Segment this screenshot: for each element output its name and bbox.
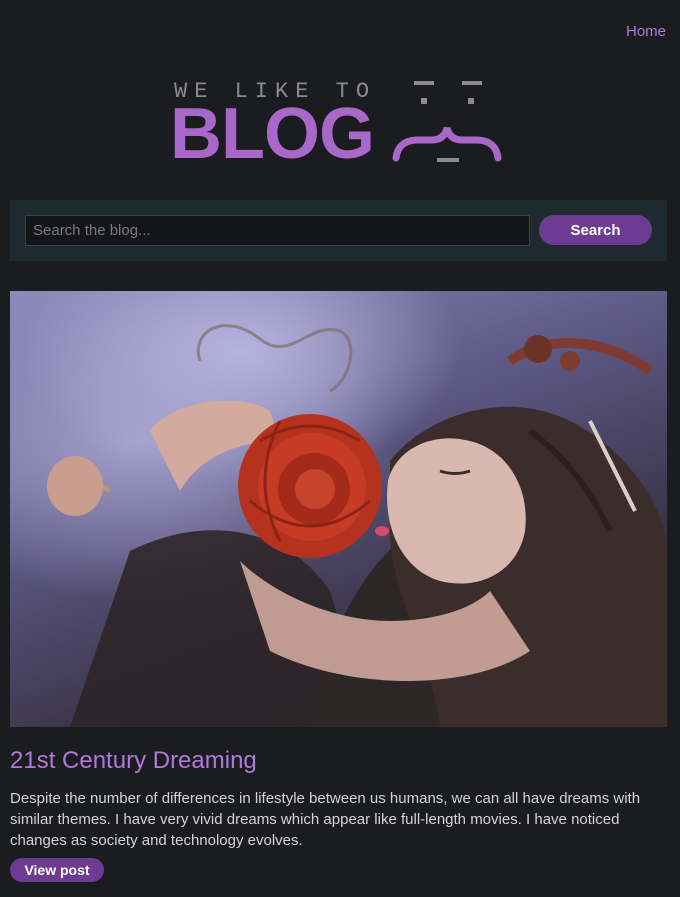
post-excerpt: Despite the number of differences in lif…: [10, 790, 641, 849]
view-post-button[interactable]: View post: [10, 858, 104, 882]
post-image-illustration: [47, 324, 667, 727]
search-input[interactable]: [25, 215, 530, 246]
logo-face-icon: [392, 81, 502, 162]
logo-word: BLOG: [170, 94, 375, 174]
nav-home-link[interactable]: Home: [626, 23, 666, 40]
site-logo[interactable]: WE LIKE TO BLOG: [170, 76, 510, 172]
post-title[interactable]: 21st Century Dreaming: [10, 747, 257, 775]
search-button[interactable]: Search: [539, 215, 652, 245]
search-bar: Search: [10, 200, 667, 261]
post-featured-image[interactable]: [10, 291, 667, 727]
top-nav: Home: [626, 23, 666, 41]
